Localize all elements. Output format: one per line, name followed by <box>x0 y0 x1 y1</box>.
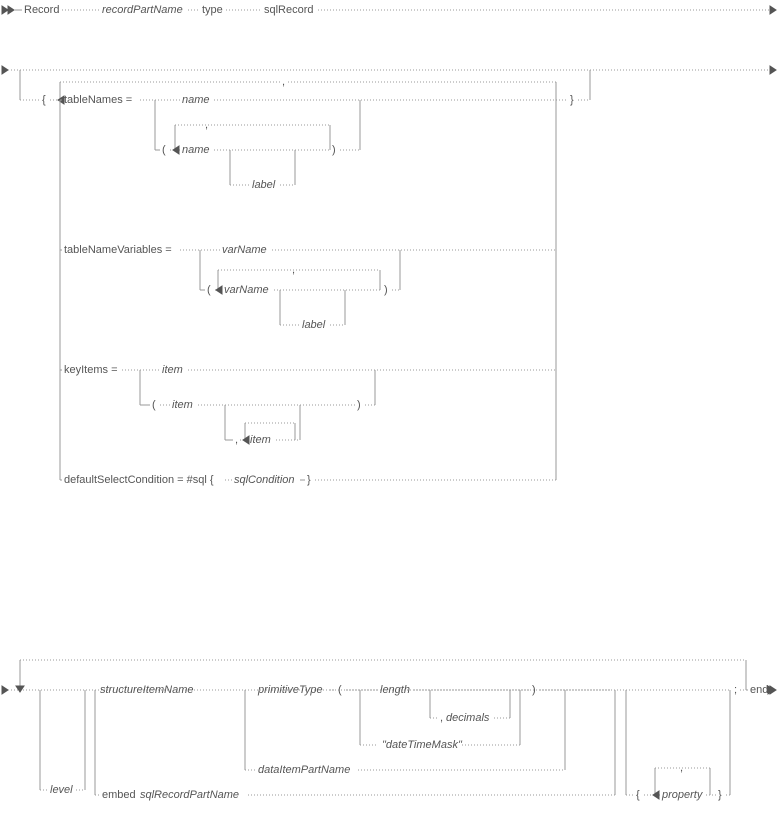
end-kw: end <box>750 684 768 696</box>
item-lparen: ( <box>338 684 342 696</box>
tnv-varname1: varName <box>222 244 267 256</box>
dsc-label: defaultSelectCondition = #sql { <box>64 474 214 486</box>
structureItemName: structureItemName <box>100 684 194 696</box>
ki-comma: , <box>235 434 238 446</box>
tableNames-name1: name <box>182 94 210 106</box>
item-block: ; end level structureItemName primitiveT… <box>2 660 776 801</box>
recordPartName-var: recordPartName <box>102 4 183 16</box>
ki-item1: item <box>162 364 183 376</box>
open-brace: { <box>42 94 46 106</box>
ki-rparen: ) <box>357 399 361 411</box>
tableNames-name2: name <box>182 144 210 156</box>
tnv-loop-comma: , <box>292 264 295 276</box>
sqlRecordPartName: sqlRecordPartName <box>140 789 239 801</box>
tnv-label: tableNameVariables = <box>64 244 172 256</box>
dsc-cbrace: } <box>307 474 311 486</box>
embed-kw: embed <box>102 789 136 801</box>
line1: Record recordPartName type sqlRecord <box>2 4 776 16</box>
decimals-comma: , <box>440 712 443 724</box>
level-var: level <box>50 784 73 796</box>
primitiveType: primitiveType <box>257 684 323 696</box>
ki-lparen: ( <box>152 399 156 411</box>
type-kw: type <box>202 4 223 16</box>
dsc-cond: sqlCondition <box>234 474 295 486</box>
record-kw: Record <box>24 4 59 16</box>
tnv-rparen: ) <box>384 284 388 296</box>
ki-item2: item <box>172 399 193 411</box>
tnv-label-txt: label <box>302 319 326 331</box>
tableNames-label: tableNames = <box>64 94 132 106</box>
keyItems-label: keyItems = <box>64 364 118 376</box>
props-comma: , <box>282 76 285 88</box>
dataItemPartName: dataItemPartName <box>258 764 350 776</box>
decimals-var: decimals <box>446 712 490 724</box>
dateTimeMask: "dateTimeMask" <box>382 739 463 751</box>
tn-lparen: ( <box>162 144 166 156</box>
semicolon: ; <box>734 684 737 696</box>
prop-loop-comma: , <box>680 762 683 774</box>
tn-rparen: ) <box>332 144 336 156</box>
tn-loop-comma: , <box>205 119 208 131</box>
tnv-varname2: varName <box>224 284 269 296</box>
ki-item3: item <box>250 434 271 446</box>
tn-label: label <box>252 179 276 191</box>
property-var: property <box>661 789 704 801</box>
tnv-lparen: ( <box>207 284 211 296</box>
property-block: { , tableNames = name ( name ) , label t… <box>2 66 776 486</box>
prop-lbrace: { <box>636 789 640 801</box>
item-rparen: ) <box>532 684 536 696</box>
prop-rbrace: } <box>718 789 722 801</box>
sqlRecord-kw: sqlRecord <box>264 4 314 16</box>
close-brace: } <box>570 94 574 106</box>
length-var: length <box>380 684 410 696</box>
